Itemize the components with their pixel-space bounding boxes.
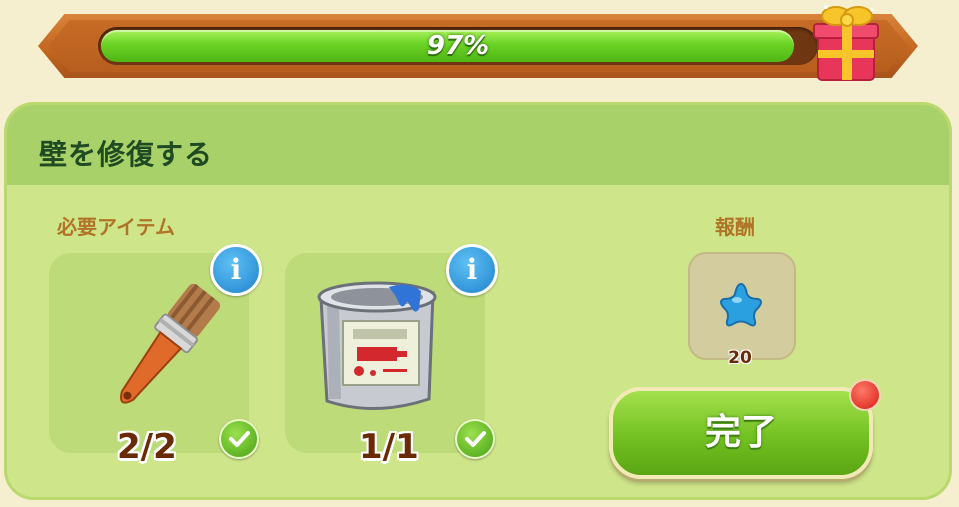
notification-dot	[849, 379, 881, 411]
item-complete-check-icon	[455, 419, 495, 459]
complete-button[interactable]: 完了	[609, 387, 873, 479]
required-items-label: 必要アイテム	[57, 215, 175, 239]
item-count-paint-can: 1/1	[359, 427, 419, 467]
progress-percent-label: 97%	[426, 31, 490, 61]
paint-can-icon	[317, 281, 437, 411]
item-info-button-paint-can[interactable]: i	[446, 244, 498, 296]
item-count-paintbrush: 2/2	[117, 427, 177, 467]
task-title: 壁を修復する	[39, 138, 214, 171]
reward-slot[interactable]	[688, 252, 796, 360]
reward-amount: 20	[728, 348, 752, 368]
reward-label: 報酬	[715, 215, 755, 239]
gift-box-icon[interactable]	[812, 2, 884, 84]
paintbrush-icon	[120, 283, 221, 404]
task-panel: 壁を修復する 必要アイテム 報酬 i 2/2 i 1/1 20 完了	[4, 102, 952, 500]
item-complete-check-icon	[219, 419, 259, 459]
item-info-button-paintbrush[interactable]: i	[210, 244, 262, 296]
task-header: 壁を修復する	[7, 105, 949, 185]
blue-star-icon	[720, 282, 762, 327]
